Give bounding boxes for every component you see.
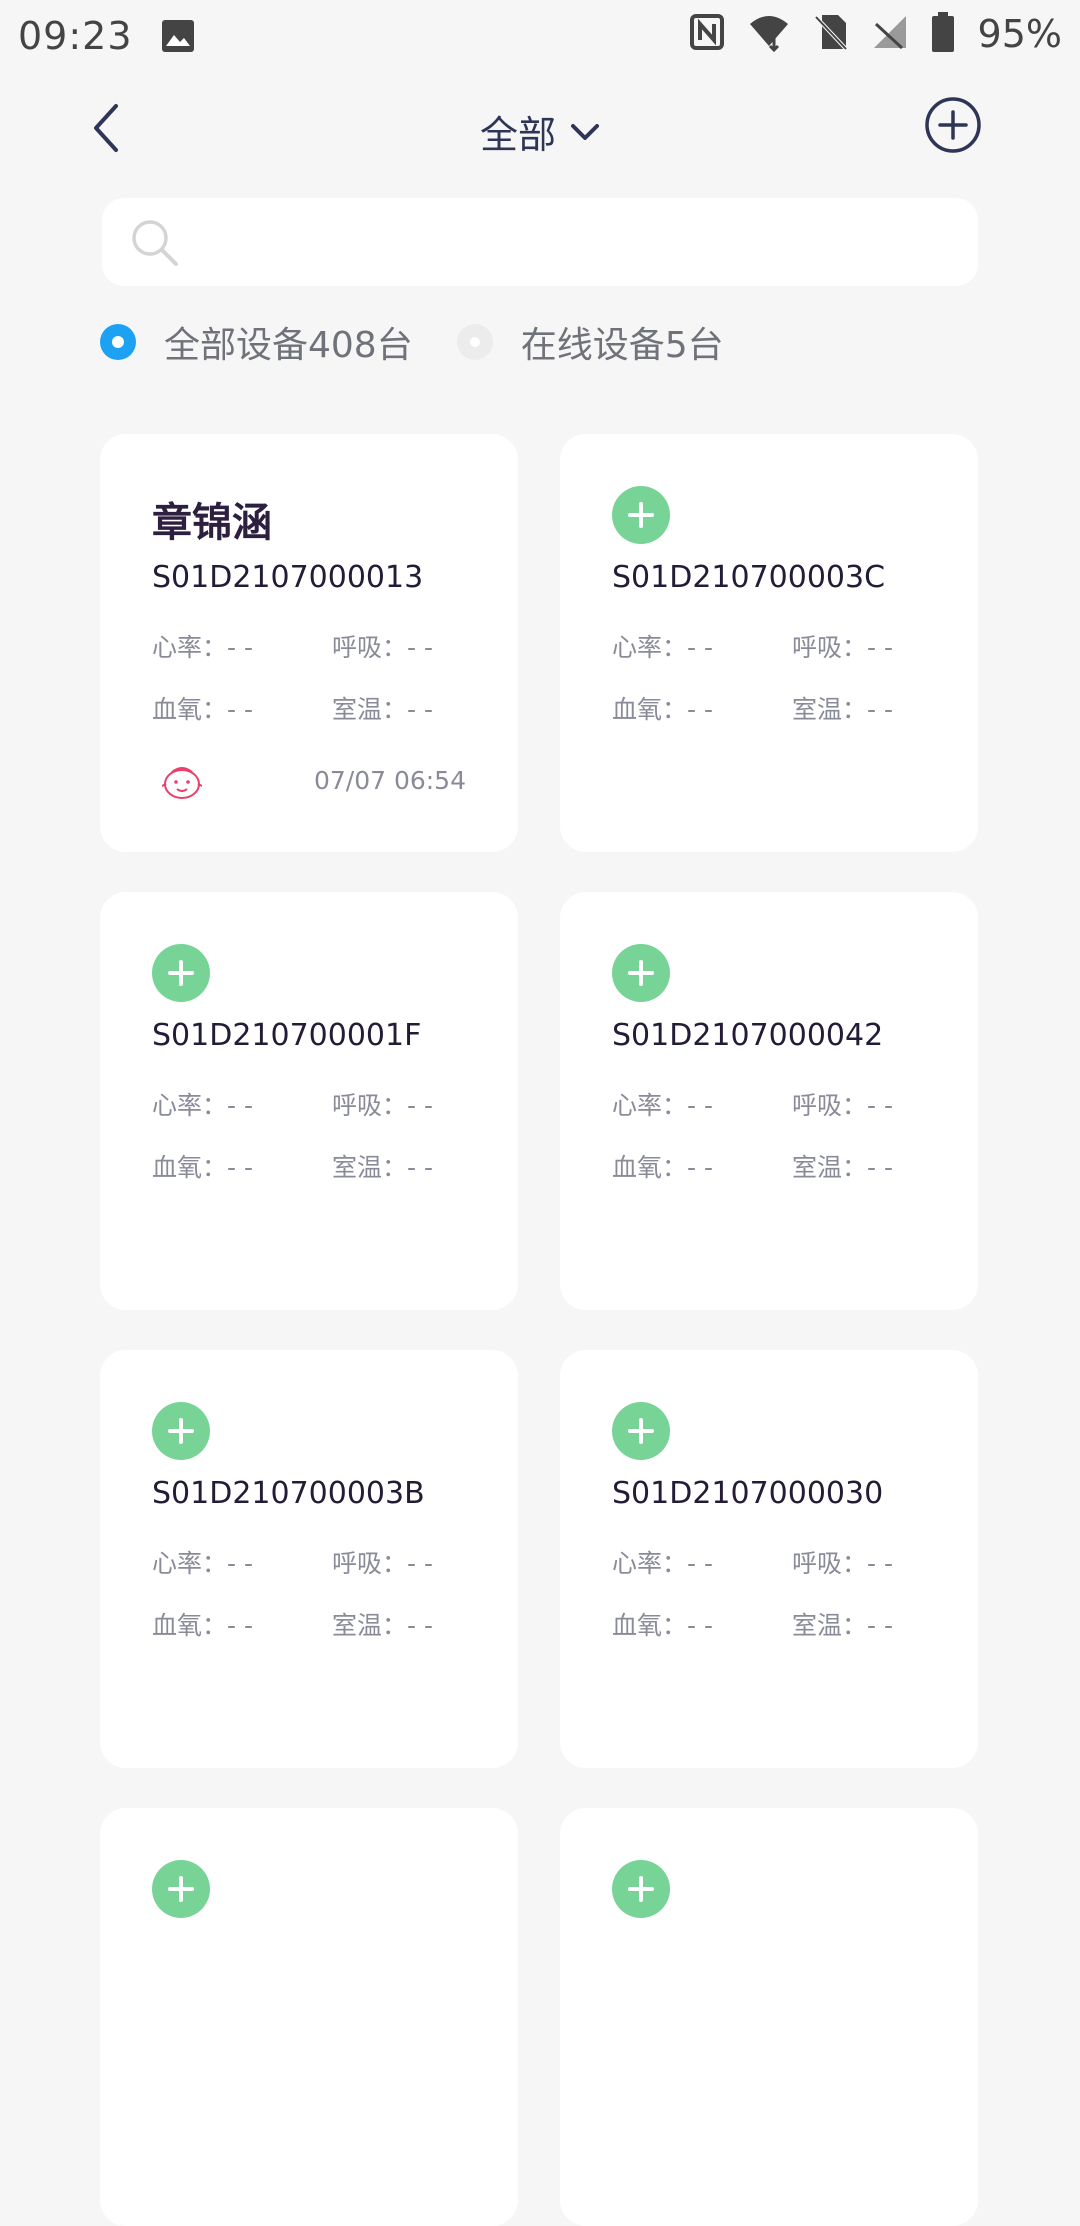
chevron-down-icon [571,123,599,140]
status-time: 09:23 [18,14,133,58]
device-id: S01D210700001F [152,1018,422,1053]
device-id: S01D210700003C [612,560,886,595]
search-input[interactable] [202,198,958,288]
page-title: 全部 [479,113,556,157]
device-id: S01D2107000030 [612,1476,884,1511]
breathing: 呼吸：- - [792,633,893,662]
device-card[interactable]: S01D2107000030 心率：- - 呼吸：- - 血氧：- - 室温：-… [560,1350,978,1768]
heart-rate: 心率：- - [612,633,713,662]
breathing: 呼吸：- - [792,1549,893,1578]
gallery-icon [160,18,196,58]
filter-label: 全部设备408台 [164,325,413,366]
add-user-plus-icon[interactable] [152,1402,210,1460]
room-temperature: 室温：- - [792,1611,893,1640]
add-user-plus-icon[interactable] [612,944,670,1002]
add-user-plus-icon[interactable] [152,1860,210,1918]
room-temperature: 室温：- - [332,1611,433,1640]
breathing: 呼吸：- - [332,1549,433,1578]
wifi-icon [748,12,790,56]
filter-all-devices[interactable]: 全部设备408台 [100,316,413,368]
filter-online-devices[interactable]: 在线设备5台 [456,316,724,368]
device-filter-group: 全部设备408台 在线设备5台 [100,312,768,372]
room-temperature: 室温：- - [792,695,893,724]
nfc-icon [689,14,724,54]
radio-selected-icon [100,324,136,360]
device-id: S01D2107000013 [152,560,424,595]
add-user-plus-icon[interactable] [612,1860,670,1918]
radio-unselected-icon [456,324,493,360]
status-icons: 95% [689,12,1062,56]
device-id: S01D210700003B [152,1476,425,1511]
blood-oxygen: 血氧：- - [612,1153,713,1182]
breathing: 呼吸：- - [332,633,433,662]
device-card[interactable]: S01D210700001F 心率：- - 呼吸：- - 血氧：- - 室温：-… [100,892,518,1310]
battery-percentage: 95% [977,12,1062,56]
last-update-time: 07/07 06:54 [313,766,466,795]
add-user-plus-icon[interactable] [612,486,670,544]
device-card[interactable] [560,1808,978,2226]
device-card[interactable]: S01D210700003B 心率：- - 呼吸：- - 血氧：- - 室温：-… [100,1350,518,1768]
filter-label: 在线设备5台 [520,325,724,366]
blood-oxygen: 血氧：- - [612,1611,713,1640]
add-user-plus-icon[interactable] [152,944,210,1002]
no-sim-icon [814,13,848,55]
device-card[interactable]: 章锦涵 S01D2107000013 心率：- - 呼吸：- - 血氧：- - … [100,434,518,852]
device-card[interactable]: S01D210700003C 心率：- - 呼吸：- - 血氧：- - 室温：-… [560,434,978,852]
heart-rate: 心率：- - [152,1091,253,1120]
baby-face-icon [161,764,203,804]
battery-icon [931,12,954,56]
blood-oxygen: 血氧：- - [152,1611,253,1640]
add-user-plus-icon[interactable] [612,1402,670,1460]
search-bar[interactable] [102,198,978,288]
device-id: S01D2107000042 [612,1018,884,1053]
search-icon [130,218,180,272]
add-device-button[interactable] [924,96,982,154]
device-user-name: 章锦涵 [152,500,272,546]
device-grid: 章锦涵 S01D2107000013 心率：- - 呼吸：- - 血氧：- - … [100,434,980,2226]
breathing: 呼吸：- - [332,1091,433,1120]
room-temperature: 室温：- - [332,1153,433,1182]
room-temperature: 室温：- - [792,1153,893,1182]
device-card[interactable] [100,1808,518,2226]
blood-oxygen: 血氧：- - [612,695,713,724]
blood-oxygen: 血氧：- - [152,1153,253,1182]
heart-rate: 心率：- - [612,1549,713,1578]
room-temperature: 室温：- - [332,695,433,724]
heart-rate: 心率：- - [152,1549,253,1578]
status-bar: 09:23 95% [0,0,1080,76]
filter-dropdown[interactable]: 全部 [480,104,600,159]
add-circle-icon [925,97,981,153]
blood-oxygen: 血氧：- - [152,695,253,724]
device-card[interactable]: S01D2107000042 心率：- - 呼吸：- - 血氧：- - 室温：-… [560,892,978,1310]
heart-rate: 心率：- - [152,633,253,662]
heart-rate: 心率：- - [612,1091,713,1120]
top-nav: 全部 [0,76,1080,196]
breathing: 呼吸：- - [792,1091,893,1120]
signal-icon [872,14,908,54]
